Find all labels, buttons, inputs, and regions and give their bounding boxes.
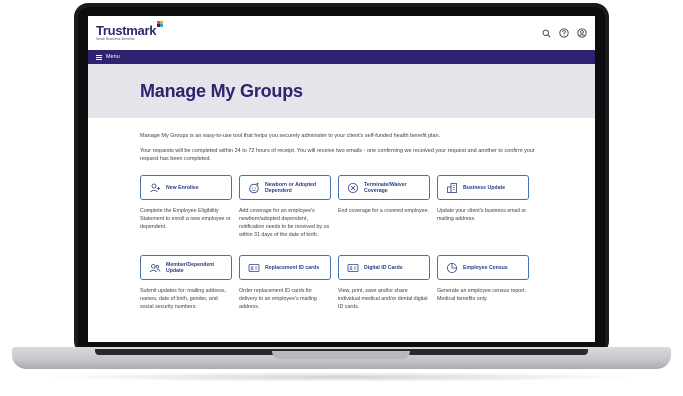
card-description: View, print, save and/or share individua… xyxy=(338,288,428,310)
employee-census-button[interactable]: Employee Census xyxy=(437,255,529,280)
card-label: Member/Dependent Update xyxy=(166,261,215,274)
card-description: Order replacement ID cards for delivery … xyxy=(239,288,317,310)
card-description: Submit updates for: mailing address, nam… xyxy=(140,288,226,310)
header-actions xyxy=(542,28,587,38)
top-header: Trustmark Small Business Benefits xyxy=(88,16,595,50)
laptop-mockup: Trustmark Small Business Benefits Menu M… xyxy=(0,0,683,396)
card-description: Add coverage for an employee's newborn/a… xyxy=(239,208,330,238)
card-replacement-id: Replacement ID cards Order replacement I… xyxy=(239,255,331,335)
intro-paragraph: Manage My Groups is an easy-to-use tool … xyxy=(140,133,441,139)
card-terminate: Terminate/Waiver Coverage End coverage f… xyxy=(338,175,430,255)
brand-logo[interactable]: Trustmark Small Business Benefits xyxy=(96,21,164,42)
action-grid: New Enrollee Complete the Employee Eligi… xyxy=(140,175,595,335)
laptop-shadow xyxy=(40,372,643,382)
menu-label[interactable]: Menu xyxy=(106,54,120,60)
laptop-screen: Trustmark Small Business Benefits Menu M… xyxy=(88,16,595,342)
menu-bar[interactable]: Menu xyxy=(88,50,595,64)
card-label: Employee Census xyxy=(463,264,508,271)
add-person-icon xyxy=(149,182,161,194)
brand-mark-icon xyxy=(157,21,164,29)
digital-id-cards-button[interactable]: Digital ID Cards xyxy=(338,255,430,280)
user-icon[interactable] xyxy=(577,28,587,38)
card-description: Complete the Employee Eligibility Statem… xyxy=(140,208,231,230)
card-label: Replacement ID cards xyxy=(265,264,320,271)
card-label: Terminate/Waiver Coverage xyxy=(364,181,407,194)
card-newborn: Newborn or Adopted Dependent Add coverag… xyxy=(239,175,331,255)
card-label: Newborn or Adopted Dependent xyxy=(265,181,317,194)
main-content: Manage My Groups is an easy-to-use tool … xyxy=(88,118,595,335)
card-employee-census: Employee Census Generate an employee cen… xyxy=(437,255,529,335)
id-card-icon xyxy=(248,262,260,274)
id-card-icon xyxy=(347,262,359,274)
card-label: Digital ID Cards xyxy=(364,264,403,271)
card-description: Generate an employee census report. Medi… xyxy=(437,288,526,302)
baby-icon xyxy=(248,182,260,194)
people-icon xyxy=(149,262,161,274)
page-title: Manage My Groups xyxy=(140,80,303,101)
laptop-notch xyxy=(272,351,410,359)
new-enrollee-button[interactable]: New Enrollee xyxy=(140,175,232,200)
card-member-update: Member/Dependent Update Submit updates f… xyxy=(140,255,232,335)
hamburger-icon[interactable] xyxy=(96,54,102,60)
card-label: Business Update xyxy=(463,184,506,191)
member-dependent-update-button[interactable]: Member/Dependent Update xyxy=(140,255,232,280)
pie-chart-icon xyxy=(446,262,458,274)
card-description: End coverage for a covered employee. xyxy=(338,208,429,214)
building-icon xyxy=(446,182,458,194)
page-hero: Manage My Groups xyxy=(88,64,595,118)
timing-paragraph: Your requests will be completed within 2… xyxy=(140,148,535,162)
brand-name: Trustmark xyxy=(96,23,157,39)
brand-subtitle: Small Business Benefits xyxy=(96,37,135,42)
newborn-dependent-button[interactable]: Newborn or Adopted Dependent xyxy=(239,175,331,200)
card-digital-id: Digital ID Cards View, print, save and/o… xyxy=(338,255,430,335)
card-new-enrollee: New Enrollee Complete the Employee Eligi… xyxy=(140,175,232,255)
help-icon[interactable] xyxy=(559,28,569,38)
business-update-button[interactable]: Business Update xyxy=(437,175,529,200)
terminate-coverage-button[interactable]: Terminate/Waiver Coverage xyxy=(338,175,430,200)
search-icon[interactable] xyxy=(542,29,551,38)
card-business-update: Business Update Update your client's bus… xyxy=(437,175,529,255)
replacement-id-cards-button[interactable]: Replacement ID cards xyxy=(239,255,331,280)
cancel-icon xyxy=(347,182,359,194)
card-description: Update your client's business email or m… xyxy=(437,208,527,222)
card-label: New Enrollee xyxy=(166,184,199,191)
